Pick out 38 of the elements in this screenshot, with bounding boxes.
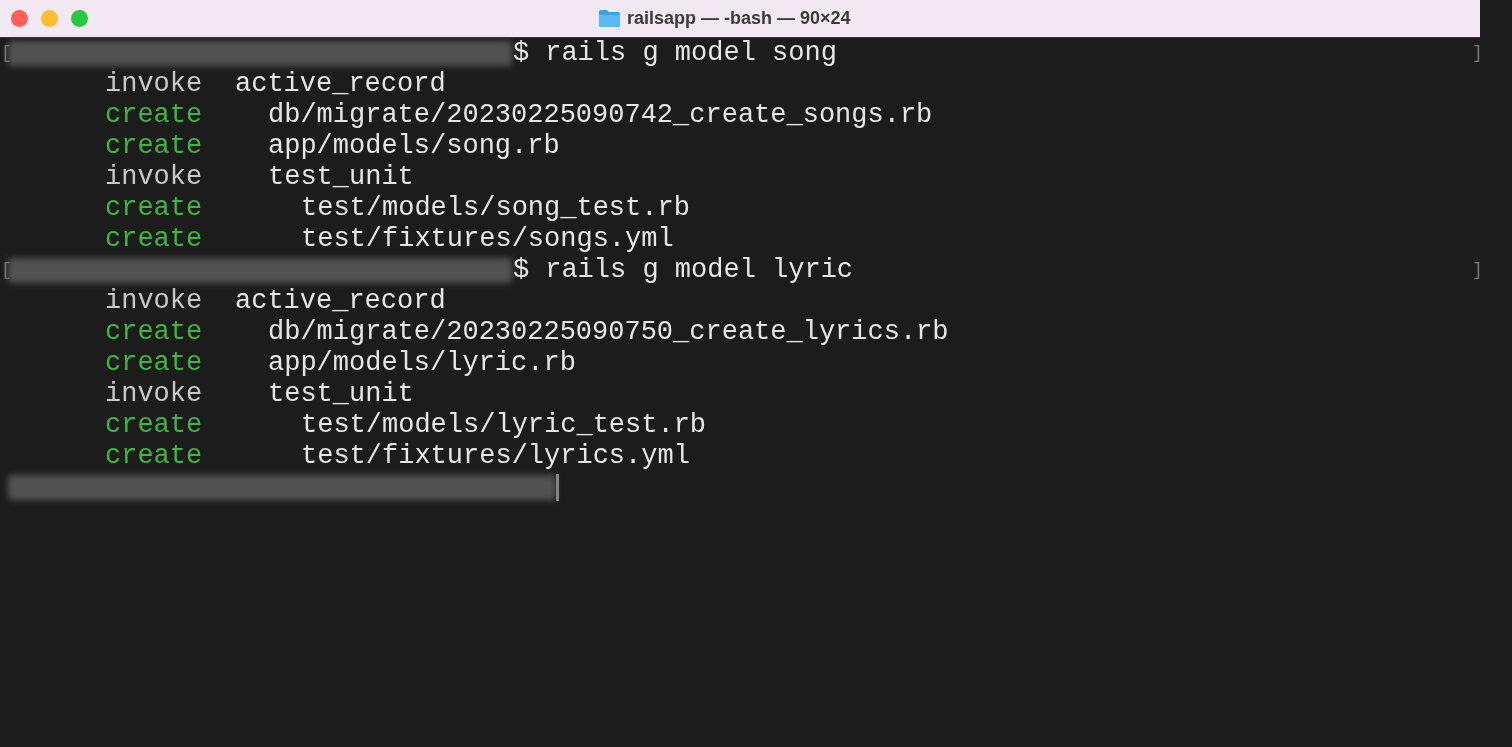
prompt-symbol: $ — [513, 38, 530, 69]
file-path: active_record — [235, 69, 446, 100]
text-cursor — [556, 474, 559, 501]
generator-action: create — [105, 348, 204, 379]
line-bracket: [ — [1, 42, 12, 65]
generator-action: invoke — [105, 69, 204, 100]
generator-action: invoke — [105, 286, 204, 317]
generator-action: create — [105, 317, 204, 348]
minimize-button[interactable] — [41, 10, 58, 27]
generator-action: invoke — [105, 162, 204, 193]
file-path: test/models/lyric_test.rb — [301, 410, 707, 441]
window-title: railsapp — -bash — 90×24 — [627, 7, 851, 30]
line-bracket: ] — [1472, 259, 1483, 282]
command-text: rails g model song — [545, 38, 837, 69]
prompt-symbol: $ — [513, 255, 530, 286]
zoom-button[interactable] — [71, 10, 88, 27]
file-path: test/fixtures/songs.yml — [301, 224, 674, 255]
file-path: db/migrate/20230225090750_create_lyrics.rb — [268, 317, 949, 348]
command-text: rails g model lyric — [545, 255, 854, 286]
file-path: test_unit — [268, 379, 414, 410]
file-path: test_unit — [268, 162, 414, 193]
file-path: test/models/song_test.rb — [301, 193, 690, 224]
close-button[interactable] — [11, 10, 28, 27]
generator-action: create — [105, 410, 204, 441]
generator-action: create — [105, 131, 204, 162]
line-bracket: [ — [1, 259, 12, 282]
generator-action: invoke — [105, 379, 204, 410]
file-path: test/fixtures/lyrics.yml — [301, 441, 690, 472]
file-path: app/models/lyric.rb — [268, 348, 576, 379]
file-path: app/models/song.rb — [268, 131, 560, 162]
generator-action: create — [105, 193, 204, 224]
file-path: db/migrate/20230225090742_create_songs.rb — [268, 100, 933, 131]
generator-action: create — [105, 100, 204, 131]
folder-icon — [598, 9, 621, 28]
line-bracket: ] — [1472, 42, 1483, 65]
file-path: active_record — [235, 286, 446, 317]
generator-action: create — [105, 224, 204, 255]
generator-action: create — [105, 441, 204, 472]
